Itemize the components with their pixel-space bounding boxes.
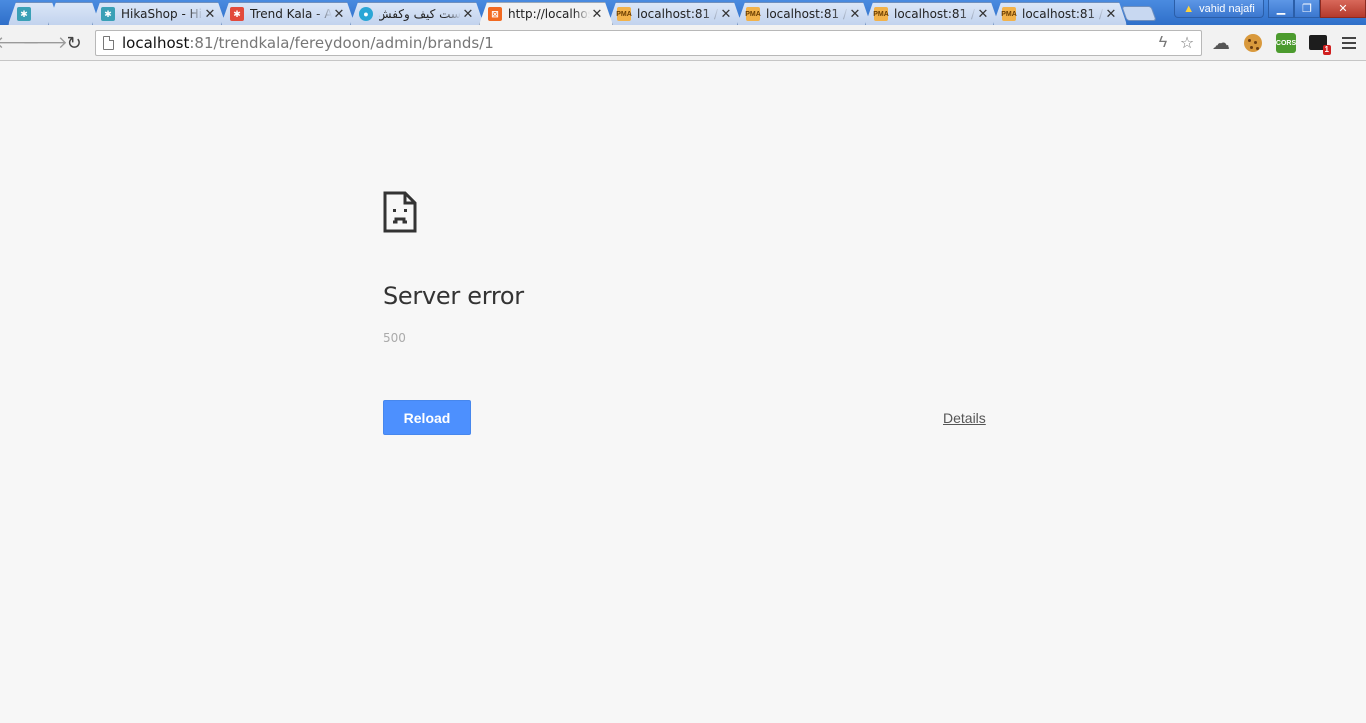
tab-title: HikaShop - Hi (121, 7, 202, 21)
tab-2[interactable] (48, 2, 100, 25)
phpmyadmin-icon: PMA (874, 7, 888, 21)
minimize-button[interactable]: ▁ (1268, 0, 1294, 18)
cookie-icon (1244, 34, 1262, 52)
tab-strip: ✱ ✱ HikaShop - Hi ✕ ✱ Trend Kala - A ✕ ●… (0, 0, 1170, 25)
title-bar: ✱ ✱ HikaShop - Hi ✕ ✱ Trend Kala - A ✕ ●… (0, 0, 1366, 25)
arrow-right-icon: 🡒 (22, 33, 68, 52)
cors-extension[interactable]: CORS (1276, 33, 1296, 53)
joomla-icon: ✱ (230, 7, 244, 21)
url-host: localhost (122, 34, 190, 52)
warning-icon: ▲ (1183, 2, 1195, 15)
tab-hikashop[interactable]: ✱ HikaShop - Hi ✕ (92, 2, 226, 25)
circle-icon: ● (359, 7, 373, 21)
new-tab-button[interactable] (1121, 6, 1157, 21)
reload-icon: ↻ (66, 32, 82, 53)
joomla-icon: ✱ (17, 7, 31, 21)
reload-toolbar-button[interactable]: ↻ (64, 33, 84, 53)
tab-active-localhost[interactable]: ⊠ http://localhos ✕ (479, 2, 613, 25)
url-path: :81/trendkala/fereydoon/admin/brands/1 (189, 34, 494, 52)
page-icon (103, 36, 114, 50)
window-controls: ▁ ❐ ✕ (1268, 0, 1366, 18)
close-icon[interactable]: ✕ (1104, 6, 1118, 22)
tab-phpmyadmin-3[interactable]: PMA localhost:81 / ✕ (865, 2, 999, 25)
tab-title: localhost:81 / (894, 7, 976, 21)
close-icon[interactable]: ✕ (976, 6, 990, 22)
error-page: Server error 500 Reload Details (0, 61, 1366, 723)
tab-title: Trend Kala - A (250, 7, 332, 21)
tab-phpmyadmin-1[interactable]: PMA localhost:81 / ✕ (608, 2, 742, 25)
tab-trend-kala[interactable]: ✱ Trend Kala - A ✕ (221, 2, 355, 25)
close-icon[interactable]: ✕ (848, 6, 862, 22)
omnibox-actions: ϟ ☆ (1153, 33, 1197, 53)
close-icon[interactable]: ✕ (332, 6, 346, 22)
reload-button[interactable]: Reload (383, 400, 471, 435)
tab-title: http://localhos (508, 7, 590, 21)
profile-name: vahid najafi (1199, 2, 1255, 15)
url-text[interactable]: localhost:81/trendkala/fereydoon/admin/b… (122, 34, 494, 52)
star-icon[interactable]: ☆ (1177, 33, 1197, 53)
phpmyadmin-icon: PMA (1002, 7, 1016, 21)
tab-title: ست کیف وکفش (379, 7, 461, 21)
phpmyadmin-icon: PMA (617, 7, 631, 21)
joomla-icon: ✱ (101, 7, 115, 21)
tab-persian-shop[interactable]: ● ست کیف وکفش ✕ (350, 2, 484, 25)
menu-icon[interactable] (1342, 37, 1356, 49)
profile-button[interactable]: ▲ vahid najafi (1174, 0, 1264, 18)
tab-title: localhost:81 / (1022, 7, 1104, 21)
monitor-extension[interactable]: 1 (1309, 35, 1331, 55)
error-code: 500 (383, 331, 406, 345)
sad-page-icon (383, 191, 417, 233)
tab-phpmyadmin-4[interactable]: PMA localhost:81 / ✕ (993, 2, 1127, 25)
notification-badge: 1 (1322, 45, 1331, 55)
close-icon[interactable]: ✕ (461, 6, 475, 22)
forward-button[interactable]: 🡒 (22, 33, 68, 53)
xampp-icon: ⊠ (488, 7, 502, 21)
close-icon[interactable]: ✕ (203, 6, 217, 22)
cloud-icon[interactable]: ☁ (1210, 32, 1232, 54)
tab-title: localhost:81 / (766, 7, 848, 21)
tab-phpmyadmin-2[interactable]: PMA localhost:81 / ✕ (737, 2, 871, 25)
close-window-button[interactable]: ✕ (1320, 0, 1366, 18)
cookie-extension[interactable] (1242, 32, 1264, 54)
close-icon[interactable]: ✕ (719, 6, 733, 22)
restore-button[interactable]: ❐ (1294, 0, 1320, 18)
close-icon[interactable]: ✕ (590, 6, 604, 22)
lightning-icon[interactable]: ϟ (1153, 33, 1173, 53)
address-bar[interactable]: localhost:81/trendkala/fereydoon/admin/b… (95, 30, 1202, 56)
tab-title: localhost:81 / (637, 7, 719, 21)
error-title: Server error (383, 282, 524, 310)
details-link[interactable]: Details (943, 410, 986, 426)
phpmyadmin-icon: PMA (746, 7, 760, 21)
toolbar: 🡐 🡒 ↻ localhost:81/trendkala/fereydoon/a… (0, 25, 1366, 61)
